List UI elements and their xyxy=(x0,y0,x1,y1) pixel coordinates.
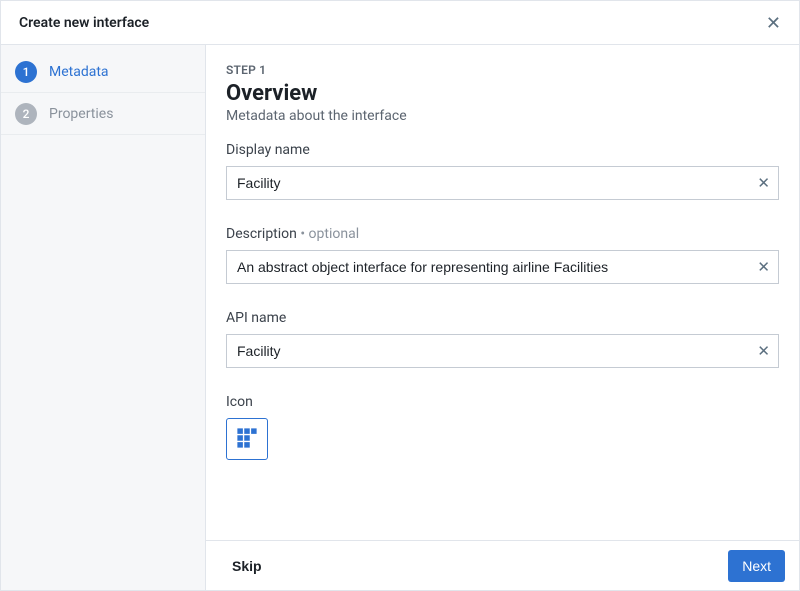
optional-tag: • optional xyxy=(300,226,359,242)
field-label: Icon xyxy=(226,394,779,410)
close-icon: ✕ xyxy=(757,259,770,276)
next-button[interactable]: Next xyxy=(728,550,785,582)
field-label: API name xyxy=(226,310,779,326)
clear-api-name-button[interactable]: ✕ xyxy=(749,335,778,367)
wizard-content: STEP 1 Overview Metadata about the inter… xyxy=(206,45,799,540)
api-name-input[interactable] xyxy=(227,335,749,367)
field-label: Description xyxy=(226,226,297,242)
close-icon: ✕ xyxy=(757,343,770,360)
field-icon: Icon xyxy=(226,394,779,460)
field-api-name: API name ✕ xyxy=(226,310,779,368)
skip-button[interactable]: Skip xyxy=(228,552,266,580)
clear-display-name-button[interactable]: ✕ xyxy=(749,167,778,199)
sidebar-step-properties[interactable]: 2 Properties xyxy=(1,93,205,135)
description-input-wrap: ✕ xyxy=(226,250,779,284)
step-eyebrow: STEP 1 xyxy=(226,63,779,77)
field-description: Description • optional ✕ xyxy=(226,226,779,284)
sidebar-step-metadata[interactable]: 1 Metadata xyxy=(1,51,205,93)
wizard-footer: Skip Next xyxy=(206,540,799,590)
display-name-input-wrap: ✕ xyxy=(226,166,779,200)
modal-body: 1 Metadata 2 Properties STEP 1 Overview … xyxy=(1,45,799,590)
modal-header: Create new interface ✕ xyxy=(1,1,799,45)
modal-title: Create new interface xyxy=(19,15,149,31)
api-name-input-wrap: ✕ xyxy=(226,334,779,368)
close-icon: ✕ xyxy=(766,13,781,33)
step-number-badge: 1 xyxy=(15,61,37,83)
field-label-row: Description • optional xyxy=(226,226,779,242)
wizard-main: STEP 1 Overview Metadata about the inter… xyxy=(206,45,799,590)
page-title: Overview xyxy=(226,81,779,106)
wizard-sidebar: 1 Metadata 2 Properties xyxy=(1,45,206,590)
icon-picker-button[interactable] xyxy=(226,418,268,460)
field-display-name: Display name ✕ xyxy=(226,142,779,200)
close-icon: ✕ xyxy=(757,175,770,192)
step-number-badge: 2 xyxy=(15,103,37,125)
create-interface-modal: Create new interface ✕ 1 Metadata 2 Prop… xyxy=(0,0,800,591)
step-label: Properties xyxy=(49,106,113,122)
display-name-input[interactable] xyxy=(227,167,749,199)
grid-icon xyxy=(236,427,258,452)
step-label: Metadata xyxy=(49,64,109,80)
clear-description-button[interactable]: ✕ xyxy=(749,251,778,283)
close-button[interactable]: ✕ xyxy=(762,10,785,36)
field-label: Display name xyxy=(226,142,779,158)
description-input[interactable] xyxy=(227,251,749,283)
page-subtitle: Metadata about the interface xyxy=(226,108,779,124)
